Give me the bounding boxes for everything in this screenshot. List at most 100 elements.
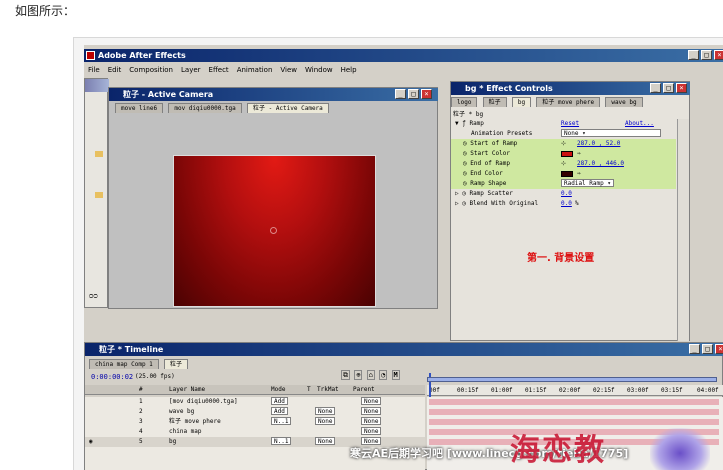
layer-bar[interactable] (429, 399, 719, 405)
tab-active-camera[interactable]: 粒子 - Active Camera (246, 103, 329, 113)
ruler-tick: 00:15f (457, 387, 479, 394)
effect-breadcrumb: 粒子 * bg (453, 111, 484, 118)
layer-num: 5 (139, 438, 143, 445)
menu-view[interactable]: View (280, 64, 297, 76)
trkmat-dropdown[interactable]: None (315, 407, 336, 415)
scatter-label: Ramp Scatter (469, 190, 513, 197)
comp-canvas[interactable] (173, 155, 376, 307)
mode-dropdown[interactable]: Add (271, 407, 288, 415)
col-mode: Mode (271, 386, 286, 393)
work-area-bar[interactable] (427, 377, 717, 382)
eyedropper-icon[interactable]: ⇒ (577, 149, 581, 159)
menu-layer[interactable]: Layer (181, 64, 201, 76)
layer-name: 粒子 move phere (169, 418, 221, 425)
menu-animation[interactable]: Animation (237, 64, 273, 76)
comp-minimize-button[interactable]: _ (395, 89, 406, 99)
render-icon[interactable]: ⊕ (354, 370, 363, 380)
eyedropper-icon[interactable]: ⇒ (577, 169, 581, 179)
lock-icon[interactable]: ⌂ (366, 370, 375, 380)
tab-particles-comp[interactable]: 粒子 (164, 359, 189, 369)
layer-bar[interactable] (429, 409, 719, 415)
start-value[interactable]: 287.0 , 52.0 (577, 139, 620, 149)
end-value[interactable]: 287.0 , 446.0 (577, 159, 624, 169)
tab-mov-diqiu[interactable]: mov diqiu0000.tga (168, 103, 242, 113)
menu-window[interactable]: Window (305, 64, 333, 76)
tab-china-map[interactable]: china map Comp 1 (89, 359, 159, 369)
menu-edit[interactable]: Edit (108, 64, 122, 76)
start-color-swatch[interactable] (561, 151, 573, 157)
markers-icon[interactable]: M (391, 370, 400, 380)
comp-close-button[interactable]: × (421, 89, 432, 99)
mode-dropdown[interactable]: Add (271, 397, 288, 405)
tab-particles[interactable]: 粒子 (482, 97, 507, 107)
tab-bg[interactable]: bg (511, 97, 532, 107)
tl-close-button[interactable]: × (715, 344, 723, 354)
menu-help[interactable]: Help (341, 64, 357, 76)
parent-dropdown[interactable]: None (361, 407, 382, 415)
ruler-tick: 02:00f (559, 387, 581, 394)
layer-row[interactable]: 2 wave bg Add None None (85, 407, 425, 417)
ec-close-button[interactable]: × (676, 83, 687, 93)
blend-label: Blend With Original (469, 200, 539, 207)
scatter-value[interactable]: 0.0 (561, 189, 572, 199)
motion-blur-icon[interactable]: ◔ (379, 370, 388, 380)
layer-row[interactable]: 1 [mov diqiu0000.tga] Add None (85, 397, 425, 407)
ec-minimize-button[interactable]: _ (650, 83, 661, 93)
comp-maximize-button[interactable]: □ (408, 89, 419, 99)
trkmat-dropdown[interactable]: None (315, 437, 336, 445)
start-label: Start of Ramp (470, 140, 518, 147)
eye-icon[interactable]: ◉ (89, 437, 93, 447)
layer-name: wave bg (169, 408, 195, 415)
presets-dropdown[interactable]: None ▾ (561, 129, 661, 137)
about-link[interactable]: About... (625, 119, 654, 129)
close-button[interactable]: × (714, 50, 723, 60)
shape-dropdown[interactable]: Radial Ramp ▾ (561, 179, 614, 187)
end-color-swatch[interactable] (561, 171, 573, 177)
col-trkmat: TrkMat (317, 386, 339, 393)
current-time[interactable]: 0:00:00:02 (91, 373, 133, 381)
mode-dropdown[interactable]: N..1 (271, 417, 292, 425)
parent-dropdown[interactable]: None (361, 427, 382, 435)
maximize-button[interactable]: □ (701, 50, 712, 60)
tl-maximize-button[interactable]: □ (702, 344, 713, 354)
menu-file[interactable]: File (88, 64, 100, 76)
ramp-shape-row: ◷ Ramp Shape Radial Ramp ▾ (451, 179, 676, 189)
effect-controls-panel: bg * Effect Controls _ □ × logo 粒子 bg 粒子… (450, 81, 690, 341)
layer-num: 1 (139, 398, 143, 405)
annotation-note: 第一. 背景设置 (527, 253, 595, 264)
layer-header-row: # Layer Name Mode T TrkMat Parent (85, 385, 425, 395)
ramp-effect-row[interactable]: ▼ ƒ Ramp Reset About... (451, 119, 676, 129)
tab-move-phere[interactable]: 粒子 move phere (536, 97, 601, 107)
ruler-tick: 04:00f (697, 387, 719, 394)
minimize-button[interactable]: _ (688, 50, 699, 60)
tl-minimize-button[interactable]: _ (689, 344, 700, 354)
wings-logo-icon (650, 428, 710, 470)
menu-effect[interactable]: Effect (209, 64, 229, 76)
mode-dropdown[interactable]: N..1 (271, 437, 292, 445)
layer-row[interactable]: 3 粒子 move phere N..1 None None (85, 417, 425, 427)
comp-flowchart-icon[interactable]: ⧉ (341, 370, 350, 380)
watermark-logo: 海恋教 (510, 433, 606, 468)
blend-value[interactable]: 0.0 (561, 199, 572, 209)
parent-dropdown[interactable]: None (361, 397, 382, 405)
menu-composition[interactable]: Composition (129, 64, 173, 76)
tab-logo[interactable]: logo (451, 97, 478, 107)
start-crosshair-icon[interactable]: ⊹ (561, 139, 566, 149)
end-color-label: End Color (470, 170, 503, 177)
ec-scrollbar[interactable] (677, 119, 689, 341)
app-title: Adobe After Effects (98, 51, 186, 60)
after-effects-window: Adobe After Effects _ □ × File Edit Comp… (84, 45, 723, 470)
reset-link[interactable]: Reset (561, 119, 579, 129)
tab-wave-bg[interactable]: wave bg (605, 97, 643, 107)
end-crosshair-icon[interactable]: ⊹ (561, 159, 566, 169)
parent-dropdown[interactable]: None (361, 437, 382, 445)
parent-dropdown[interactable]: None (361, 417, 382, 425)
tab-move-line6[interactable]: move line6 (115, 103, 164, 113)
timeline-title-bar: 粒子 * Timeline (85, 343, 723, 356)
app-icon (86, 51, 95, 60)
layer-row[interactable]: 4 china map None (85, 427, 425, 437)
col-num: # (139, 386, 143, 393)
ec-maximize-button[interactable]: □ (663, 83, 674, 93)
app-title-bar: Adobe After Effects (84, 49, 723, 62)
trkmat-dropdown[interactable]: None (315, 417, 336, 425)
